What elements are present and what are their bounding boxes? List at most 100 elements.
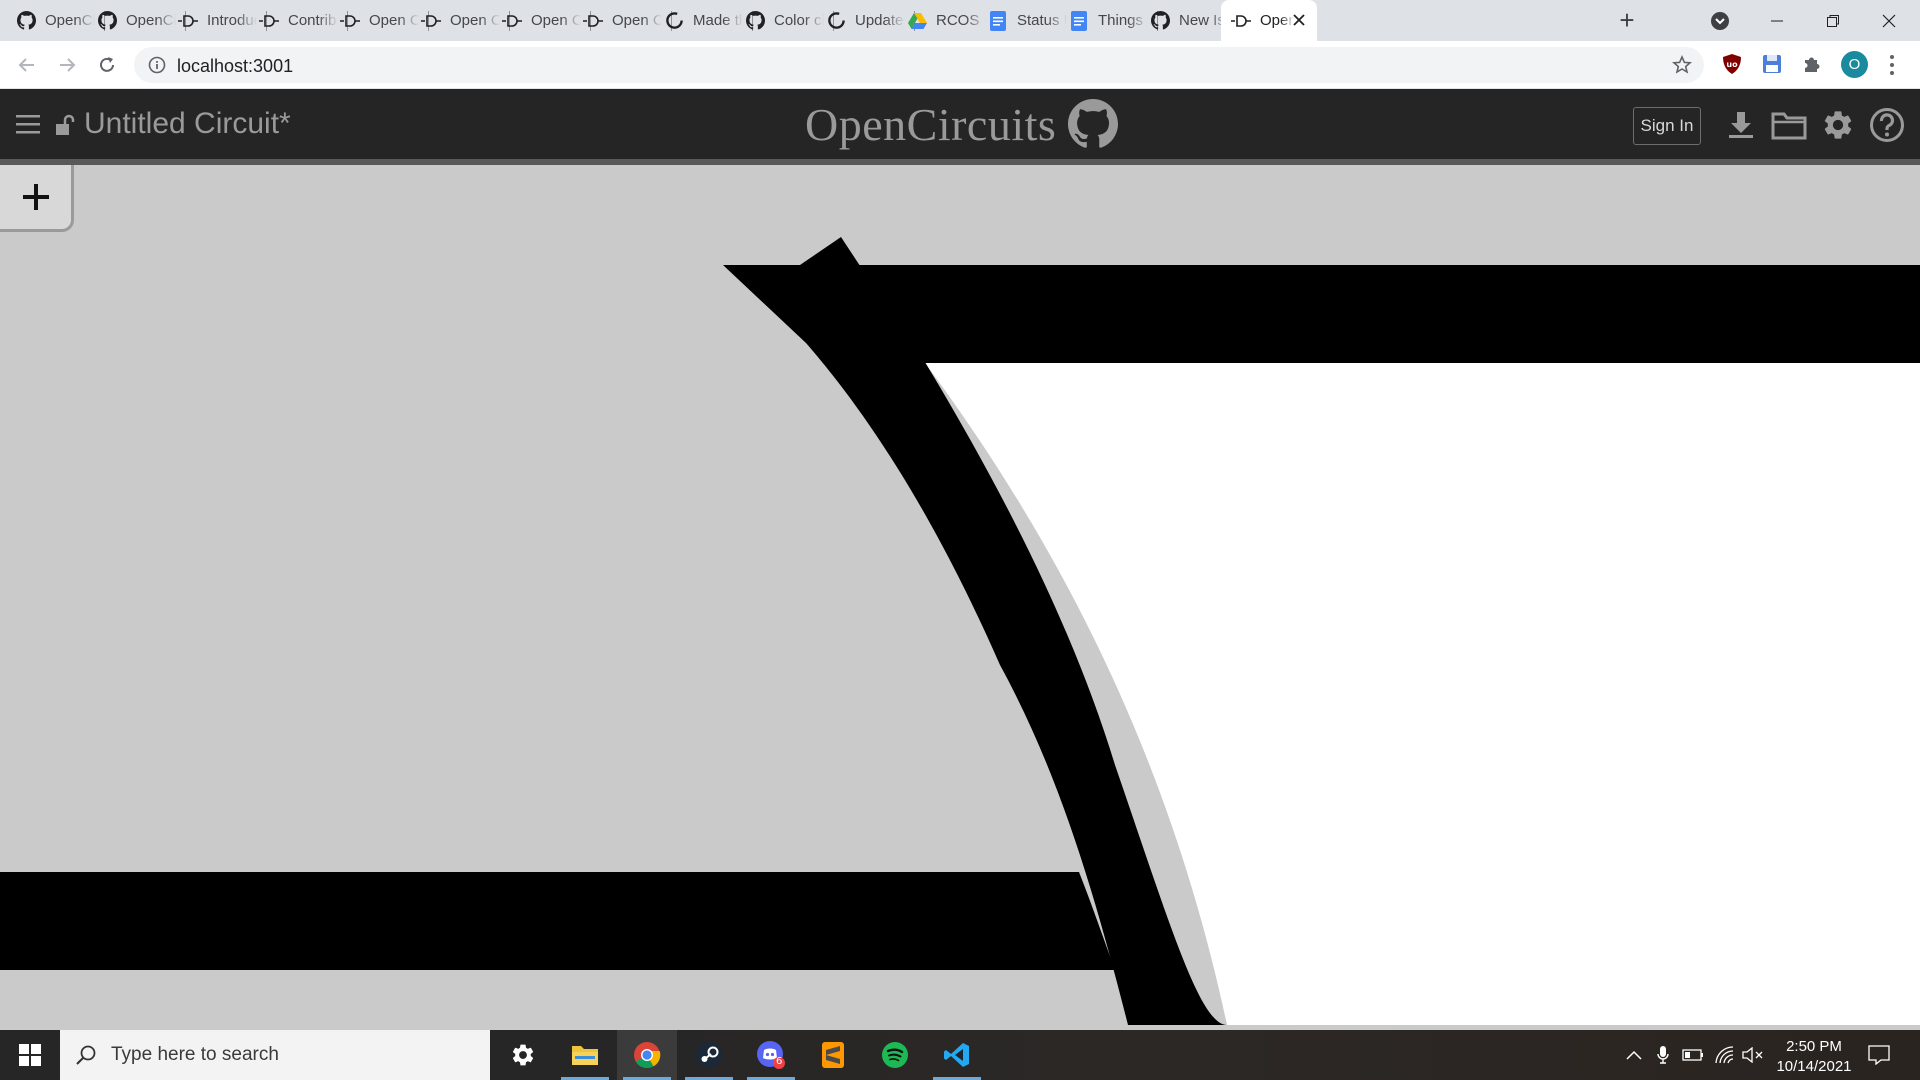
forward-button[interactable] (53, 51, 81, 79)
close-icon (1882, 14, 1896, 27)
action-center-icon (1868, 1045, 1890, 1065)
minimize-button[interactable] (1750, 0, 1804, 41)
unlock-icon[interactable] (55, 114, 75, 136)
opencircuits-icon (421, 11, 441, 31)
hamburger-menu-icon[interactable] (16, 113, 40, 135)
ublock-shield-icon: uo (1723, 54, 1741, 74)
profile-avatar[interactable]: O (1841, 51, 1868, 78)
extensions-button[interactable] (1800, 52, 1824, 76)
help-button[interactable] (1868, 106, 1906, 144)
circuit-canvas[interactable] (0, 165, 1920, 1025)
battery-tray[interactable] (1680, 1030, 1706, 1080)
discord-badge: 6 (776, 1056, 783, 1067)
google-docs-icon (988, 10, 1008, 31)
opencircuits-icon (340, 11, 360, 31)
puzzle-piece-icon (1805, 57, 1820, 72)
new-tab-button[interactable]: + (1613, 6, 1641, 34)
tab-title: OpenCircuits (1260, 12, 1294, 29)
browser-tab[interactable]: OpenCircuits (1221, 0, 1317, 41)
back-arrow-icon (18, 58, 34, 72)
google-drive-icon (907, 11, 927, 31)
restore-button[interactable] (1806, 0, 1860, 41)
github-icon (745, 11, 765, 31)
steam-icon (696, 1042, 722, 1068)
circuit-title[interactable]: Untitled Circuit* (84, 107, 291, 141)
microphone-tray[interactable] (1652, 1030, 1674, 1080)
floppy-disk-icon (1763, 55, 1781, 73)
minimize-icon (1771, 20, 1783, 21)
folder-icon (1771, 112, 1807, 140)
bookmark-star-icon[interactable] (1672, 55, 1692, 75)
forward-arrow-icon (60, 58, 76, 72)
close-tab-icon[interactable] (1291, 12, 1307, 28)
show-hidden-icons-button[interactable] (1622, 1030, 1646, 1080)
github-icon (1150, 11, 1170, 31)
volume-tray[interactable] (1740, 1030, 1766, 1080)
search-icon (76, 1045, 96, 1065)
settings-gear-icon (512, 1044, 534, 1066)
taskbar-search-placeholder: Type here to search (111, 1044, 279, 1065)
browser-tab-strip: OpenCircuitsOpenCircuitsIntroductionCont… (0, 0, 1920, 41)
circuit-drawing (0, 237, 1920, 1025)
opencircuits-icon (178, 11, 198, 31)
microphone-icon (1657, 1046, 1669, 1064)
notifications-button[interactable] (1866, 1030, 1892, 1080)
spotify-icon (882, 1042, 908, 1068)
site-info-icon[interactable] (148, 56, 166, 74)
browser-menu-icon[interactable] (1885, 52, 1899, 78)
wifi-tray[interactable] (1712, 1030, 1738, 1080)
opencircuits-icon (583, 11, 603, 31)
opencircuits-icon (502, 11, 522, 31)
windows-taskbar: Type here to search 6 2:50 PM 10/14/2021 (0, 1030, 1920, 1080)
reload-icon (100, 57, 114, 72)
windows-logo-icon (19, 1044, 41, 1066)
clock-date: 10/14/2021 (1776, 1058, 1852, 1075)
taskbar-steam[interactable] (679, 1030, 739, 1080)
taskbar-settings[interactable] (493, 1030, 553, 1080)
volume-muted-icon (1742, 1047, 1763, 1063)
browser-toolbar: localhost:3001 uo O (0, 41, 1920, 89)
address-bar[interactable]: localhost:3001 (134, 47, 1704, 83)
github-loading-icon (664, 11, 684, 31)
battery-icon (1682, 1049, 1703, 1061)
github-loading-icon (826, 11, 846, 31)
opencircuits-icon (1231, 11, 1251, 31)
add-component-button[interactable] (0, 165, 74, 232)
settings-button[interactable] (1819, 106, 1857, 144)
taskbar-search-box[interactable]: Type here to search (60, 1030, 490, 1080)
vscode-icon (944, 1043, 969, 1067)
taskbar-clock[interactable]: 2:50 PM 10/14/2021 (1766, 1037, 1862, 1077)
back-button[interactable] (13, 51, 41, 79)
taskbar-vscode[interactable] (927, 1030, 987, 1080)
download-icon (1729, 112, 1753, 138)
taskbar-file-explorer[interactable] (555, 1030, 615, 1080)
sublime-text-icon (822, 1042, 844, 1068)
save-extension[interactable] (1760, 52, 1784, 76)
wifi-icon (1715, 1046, 1734, 1064)
taskbar-sublime-text[interactable] (803, 1030, 863, 1080)
taskbar-discord[interactable]: 6 (741, 1030, 801, 1080)
sign-in-button[interactable]: Sign In (1633, 107, 1701, 145)
restore-icon (1827, 14, 1839, 27)
app-header: Untitled Circuit* OpenCircuits Sign In (0, 89, 1920, 159)
reload-button[interactable] (93, 51, 121, 79)
open-folder-button[interactable] (1770, 106, 1808, 144)
tab-search-button[interactable] (1709, 10, 1731, 32)
taskbar-spotify[interactable] (865, 1030, 925, 1080)
taskbar-chrome[interactable] (617, 1030, 677, 1080)
github-icon (97, 11, 117, 31)
close-window-button[interactable] (1862, 0, 1916, 41)
url-text: localhost:3001 (177, 56, 294, 76)
download-button[interactable] (1722, 106, 1760, 144)
input-wire-top (845, 265, 1920, 363)
ublock-extension[interactable]: uo (1720, 52, 1744, 76)
tab-search-icon (1711, 12, 1729, 30)
clock-time: 2:50 PM (1786, 1038, 1842, 1055)
github-icon[interactable] (1068, 99, 1118, 149)
start-button[interactable] (0, 1030, 60, 1080)
folder-icon (572, 1046, 598, 1065)
svg-text:uo: uo (1726, 60, 1738, 69)
gear-icon (1824, 111, 1852, 139)
chevron-up-icon (1626, 1050, 1642, 1060)
help-circle-icon (1870, 108, 1904, 142)
